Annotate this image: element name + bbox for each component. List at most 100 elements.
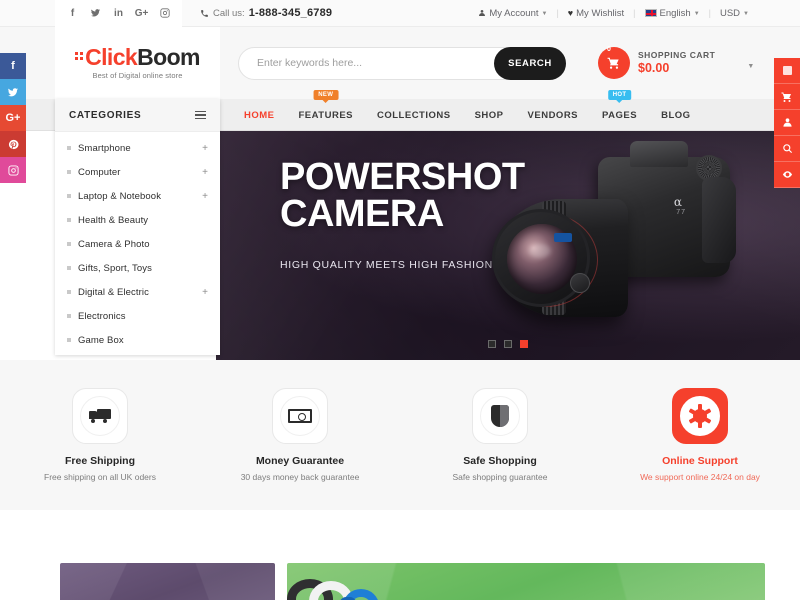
category-item[interactable]: Gifts, Sport, Toys [55, 256, 220, 280]
social-links-group: f in G+ [55, 0, 182, 27]
call-us-label: Call us: [213, 7, 245, 19]
category-item[interactable]: Electronics [55, 304, 220, 328]
logo[interactable]: Click Boom Best of Digital online store [55, 27, 220, 99]
cart-text-group: SHOPPING CART $0.00 [638, 50, 715, 76]
nav-item-shop[interactable]: SHOP [463, 99, 516, 131]
service-title: Online Support [662, 455, 738, 467]
bullet-icon [67, 314, 71, 318]
nav-item-label: FEATURES [298, 109, 353, 121]
search-icon[interactable] [774, 136, 800, 162]
logo-first-word: Click [85, 44, 138, 70]
gear-icon [688, 404, 712, 428]
truck-icon [89, 409, 111, 423]
facebook-icon[interactable]: f [0, 53, 26, 79]
slider-dot-1[interactable] [488, 340, 496, 348]
slider-dot-2[interactable] [504, 340, 512, 348]
nav-item-blog[interactable]: BLOG [649, 99, 702, 131]
twitter-icon[interactable] [0, 79, 26, 105]
slider-dot-3[interactable] [520, 340, 528, 348]
category-item[interactable]: Laptop & Notebook + [55, 184, 220, 208]
categories-header[interactable]: CATEGORIES [55, 99, 220, 132]
promo-banners [0, 510, 800, 600]
service-icon-wrap [272, 388, 328, 444]
expand-plus-icon[interactable]: + [202, 143, 208, 154]
nav-badge-label: HOT [612, 92, 627, 98]
service-money-guarantee[interactable]: Money Guarantee 30 days money back guaran… [200, 388, 400, 482]
search-button[interactable]: SEARCH [494, 46, 566, 80]
expand-plus-icon[interactable]: + [202, 167, 208, 178]
nav-badge-label: NEW [318, 92, 334, 98]
user-icon [479, 10, 486, 16]
phone-number[interactable]: 1-888-345_6789 [249, 7, 333, 19]
chevron-down-icon: ▼ [743, 11, 749, 17]
nav-item-label: COLLECTIONS [377, 109, 451, 121]
hamburger-icon[interactable] [195, 110, 206, 120]
currency-selector[interactable]: USD ▼ [711, 8, 758, 19]
cart-icon[interactable] [774, 84, 800, 110]
bullet-icon [67, 242, 71, 246]
expand-plus-icon[interactable]: + [202, 287, 208, 298]
nav-item-label: VENDORS [527, 109, 579, 121]
bullet-icon [67, 218, 71, 222]
googleplus-icon[interactable]: G+ [130, 0, 153, 27]
service-safe-shopping[interactable]: Safe Shopping Safe shopping guarantee [400, 388, 600, 482]
category-item[interactable]: Smartphone + [55, 136, 220, 160]
googleplus-icon[interactable]: G+ [0, 105, 26, 131]
nav-item-pages[interactable]: HOT PAGES [590, 90, 649, 131]
hero-subtitle: HIGH QUALITY MEETS HIGH FASHION [280, 259, 493, 271]
top-bar-right-menu: My Account ▼ | ♥ My Wishlist | English ▼… [469, 8, 758, 19]
nav-item-home[interactable]: HOME [232, 99, 287, 131]
category-item[interactable]: Computer + [55, 160, 220, 184]
shopping-cart[interactable]: 0 SHOPPING CART $0.00 ▼ [598, 46, 754, 79]
site-header: Click Boom Best of Digital online store … [0, 27, 800, 99]
cart-icon[interactable]: 0 [598, 46, 630, 79]
service-free-shipping[interactable]: Free Shipping Free shipping on all UK ode… [0, 388, 200, 482]
pinterest-icon[interactable] [0, 131, 26, 157]
category-item-label: Computer [78, 166, 121, 178]
service-icon-circle [280, 396, 320, 436]
bullet-icon [67, 266, 71, 270]
heart-icon: ♥ [567, 8, 574, 18]
category-item[interactable]: Health & Beauty [55, 208, 220, 232]
chevron-down-icon[interactable]: ▼ [747, 63, 754, 70]
twitter-icon[interactable] [84, 0, 107, 27]
facebook-icon[interactable]: f [61, 0, 84, 27]
my-account-menu[interactable]: My Account ▼ [469, 8, 556, 19]
language-selector[interactable]: English ▼ [636, 8, 709, 19]
service-icon-circle [680, 396, 720, 436]
quick-action-sidebar [774, 58, 800, 188]
eye-icon[interactable] [774, 162, 800, 188]
nav-item-vendors[interactable]: VENDORS [516, 99, 590, 131]
categories-panel: CATEGORIES Smartphone + Computer + Laptop & … [55, 99, 220, 355]
user-icon[interactable] [774, 110, 800, 136]
shield-icon [491, 405, 509, 427]
slider-pagination [216, 340, 800, 348]
category-item[interactable]: Digital & Electric + [55, 280, 220, 304]
chevron-down-icon: ▼ [693, 11, 700, 17]
my-wishlist-link[interactable]: ♥ My Wishlist [559, 8, 633, 19]
grid-icon[interactable] [774, 58, 800, 84]
phone-icon [201, 9, 208, 17]
expand-plus-icon[interactable]: + [202, 191, 208, 202]
cart-count-badge: 0 [607, 46, 611, 53]
instagram-icon[interactable] [0, 157, 26, 183]
category-item[interactable]: Game Box [55, 328, 220, 352]
hero-slider[interactable]: POWERSHOT CAMERA HIGH QUALITY MEETS HIGH… [216, 131, 800, 360]
linkedin-icon[interactable]: in [107, 0, 130, 27]
camera-product-image: α 77 [470, 141, 736, 341]
service-desc: We support online 24/24 on day [640, 472, 760, 482]
instagram-icon[interactable] [153, 0, 176, 27]
category-item-label: Digital & Electric [78, 286, 149, 298]
category-item-label: Smartphone [78, 142, 131, 154]
service-desc: Safe shopping guarantee [452, 472, 548, 482]
nav-item-collections[interactable]: COLLECTIONS [365, 99, 463, 131]
top-bar: f in G+ Call us: 1-888-345_6789 My Accou… [0, 0, 800, 27]
promo-banner-purple[interactable] [60, 563, 275, 600]
nav-item-features[interactable]: NEW FEATURES [287, 90, 366, 131]
nav-item-label: PAGES [602, 109, 638, 121]
promo-banner-green[interactable] [287, 563, 765, 600]
bullet-icon [67, 146, 71, 150]
service-online-support[interactable]: Online Support We support online 24/24 on… [600, 388, 800, 482]
category-item-label: Electronics [78, 310, 126, 322]
category-item[interactable]: Camera & Photo [55, 232, 220, 256]
